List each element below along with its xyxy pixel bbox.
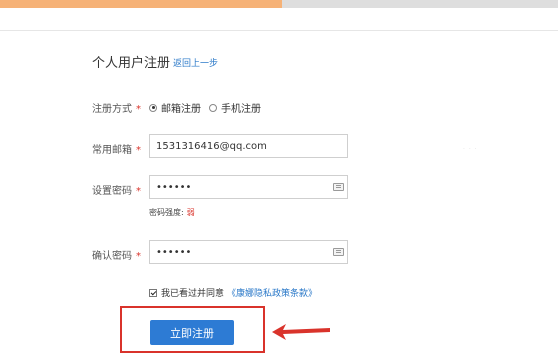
required-mark: * bbox=[136, 251, 141, 262]
strength-label: 密码强度: bbox=[149, 208, 184, 217]
strength-value: 弱 bbox=[186, 208, 195, 217]
confirm-label-text: 确认密码 bbox=[92, 251, 132, 262]
radio-phone-register[interactable]: 手机注册 bbox=[209, 100, 261, 115]
step-2 bbox=[150, 0, 282, 8]
email-label-text: 常用邮箱 bbox=[92, 145, 132, 156]
step-4 bbox=[416, 0, 558, 8]
radio-email-register[interactable]: 邮箱注册 bbox=[149, 100, 201, 115]
keyboard-icon[interactable] bbox=[333, 183, 344, 191]
radio-phone-label: 手机注册 bbox=[221, 104, 261, 115]
decorative-dots: · · · bbox=[463, 146, 478, 153]
agreement-checkbox[interactable] bbox=[149, 288, 157, 297]
password-label-text: 设置密码 bbox=[92, 186, 132, 197]
agreement-text: 我已看过并同意 bbox=[161, 289, 225, 299]
confirm-label: 确认密码 * bbox=[92, 247, 141, 262]
progress-steps bbox=[0, 0, 558, 8]
keyboard-icon[interactable] bbox=[333, 248, 344, 256]
radio-email-label: 邮箱注册 bbox=[161, 104, 201, 115]
step-1 bbox=[0, 0, 150, 8]
required-mark: * bbox=[136, 104, 141, 115]
confirm-password-input[interactable] bbox=[149, 240, 348, 264]
method-label-text: 注册方式 bbox=[92, 104, 132, 115]
arrow-left-icon bbox=[272, 324, 330, 340]
register-button[interactable]: 立即注册 bbox=[150, 320, 234, 345]
divider bbox=[0, 30, 558, 31]
agreement-row: 我已看过并同意 《康娜隐私政策条款》 bbox=[149, 286, 317, 299]
method-label: 注册方式 * bbox=[92, 100, 141, 115]
required-mark: * bbox=[136, 186, 141, 197]
password-label: 设置密码 * bbox=[92, 182, 141, 197]
page-title: 个人用户注册 bbox=[92, 56, 171, 71]
back-link[interactable]: 返回上一步 bbox=[173, 56, 218, 69]
privacy-policy-link[interactable]: 《康娜隐私政策条款》 bbox=[227, 286, 317, 299]
step-3 bbox=[282, 0, 416, 8]
radio-button-email[interactable] bbox=[149, 103, 157, 112]
email-input[interactable] bbox=[149, 134, 348, 158]
email-label: 常用邮箱 * bbox=[92, 141, 141, 156]
required-mark: * bbox=[136, 145, 141, 156]
password-input[interactable] bbox=[149, 175, 348, 199]
password-strength: 密码强度: 弱 bbox=[149, 207, 195, 218]
radio-button-phone[interactable] bbox=[209, 103, 217, 112]
